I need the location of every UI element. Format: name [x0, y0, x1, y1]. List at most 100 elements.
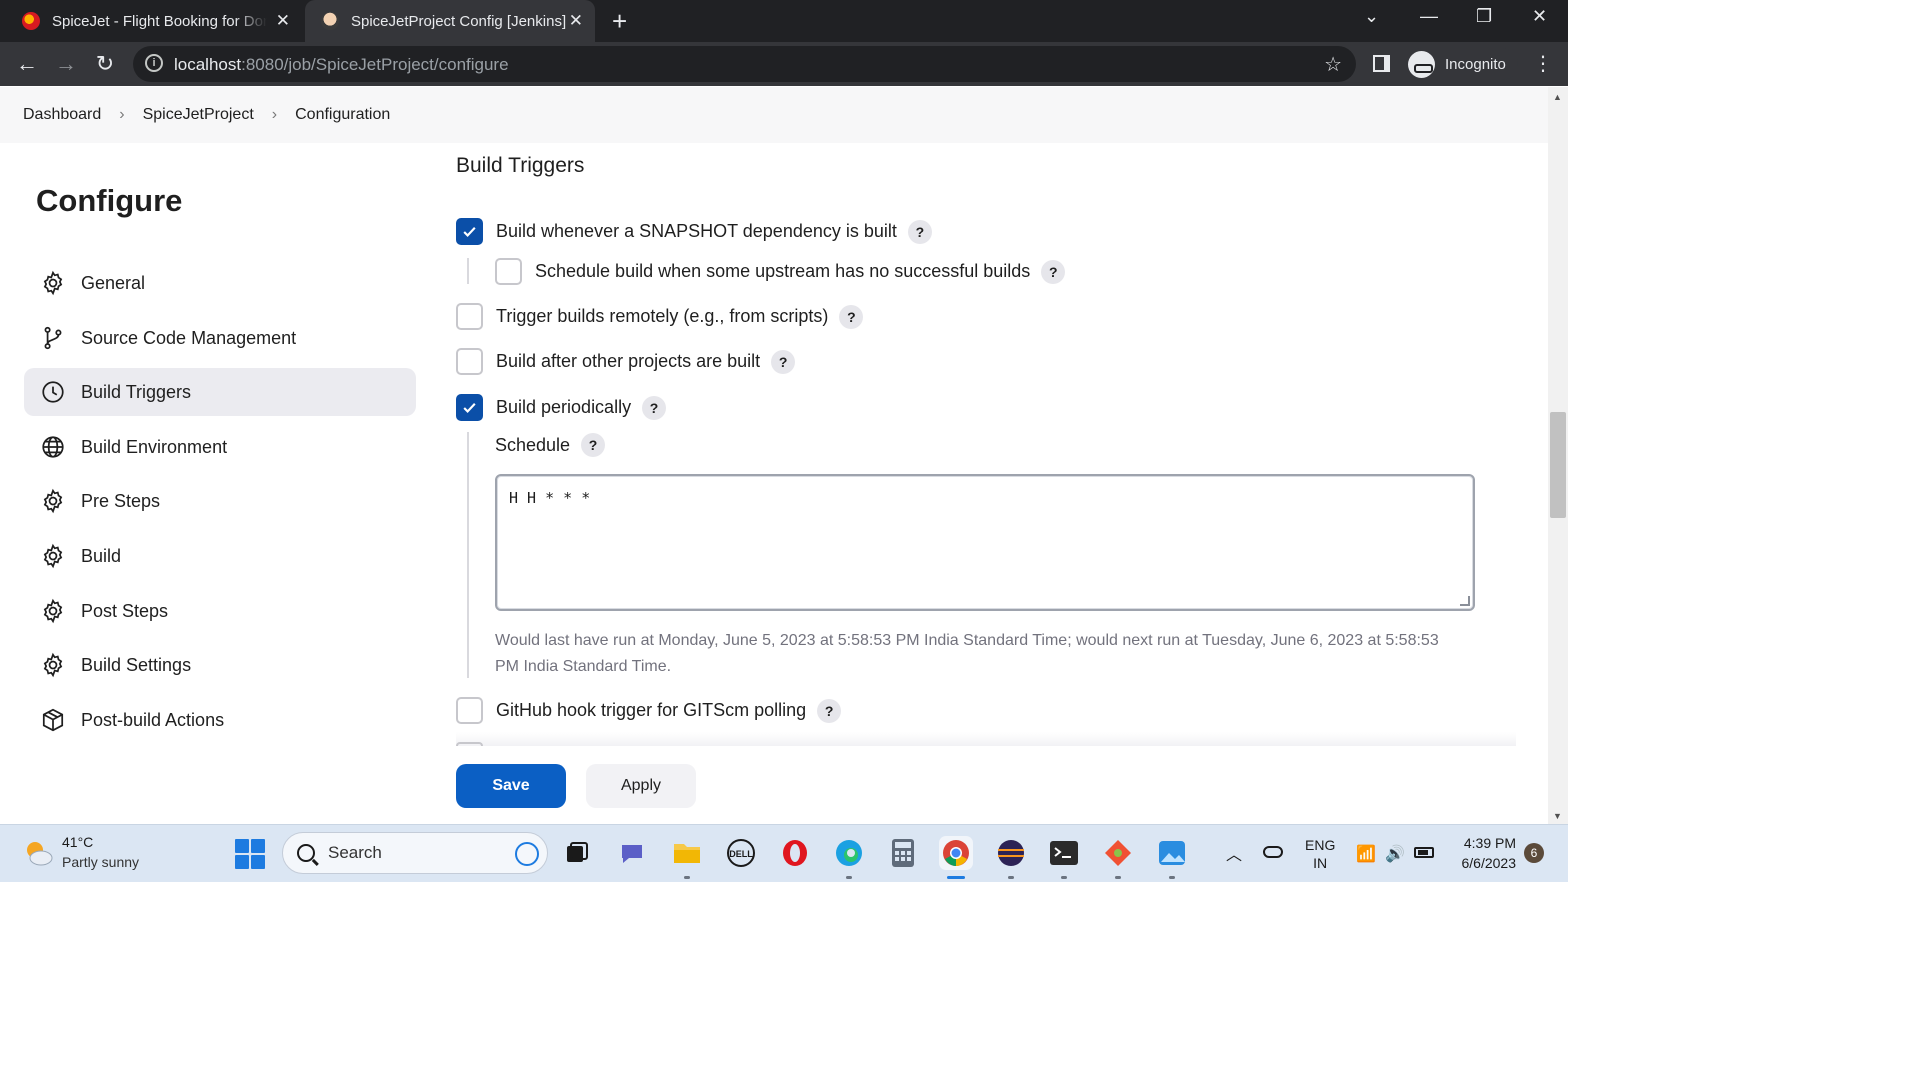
notification-badge[interactable]: 6: [1524, 843, 1544, 863]
trigger-label[interactable]: Build periodically: [496, 397, 631, 418]
help-icon[interactable]: ?: [839, 304, 864, 329]
more-menu-icon[interactable]: ⋮: [1533, 51, 1553, 76]
terminal-icon[interactable]: [1047, 836, 1081, 870]
git-tool-icon[interactable]: [1101, 836, 1135, 870]
sidebar-item-pre-steps[interactable]: Pre Steps: [24, 477, 416, 525]
help-icon[interactable]: ?: [907, 219, 932, 244]
teams-chat-icon[interactable]: [615, 836, 649, 870]
scroll-thumb[interactable]: [1550, 412, 1566, 518]
clock-date[interactable]: 6/6/2023: [1448, 855, 1517, 871]
language-indicator[interactable]: ENG IN: [1305, 836, 1335, 872]
side-panel-icon[interactable]: [1373, 55, 1390, 72]
checkbox-trigger-remotely[interactable]: [456, 303, 483, 330]
forward-icon[interactable]: →: [53, 51, 79, 77]
trigger-label[interactable]: Build after other projects are built: [496, 351, 760, 372]
bookmark-star-icon[interactable]: ☆: [1324, 52, 1342, 77]
sidebar-item-general[interactable]: General: [24, 259, 416, 307]
tab-title: SpiceJetProject Config [Jenkins]: [351, 12, 567, 30]
scroll-down-icon[interactable]: ▼: [1553, 811, 1562, 821]
incognito-profile-button[interactable]: Incognito: [1406, 48, 1518, 80]
tab-spicejet[interactable]: SpiceJet - Flight Booking for Domestic a…: [22, 0, 302, 42]
sidebar-item-build-environment[interactable]: Build Environment: [24, 423, 416, 471]
tab-jenkins-config[interactable]: SpiceJetProject Config [Jenkins] ✕: [305, 0, 595, 42]
clock-time[interactable]: 4:39 PM: [1459, 835, 1516, 851]
save-button[interactable]: Save: [456, 764, 566, 808]
chevron-up-icon[interactable]: ︿: [1226, 841, 1242, 865]
tab-search-icon[interactable]: ⌄: [1364, 6, 1379, 27]
new-tab-button[interactable]: +: [612, 6, 627, 37]
partly-sunny-icon[interactable]: [22, 837, 54, 869]
minimize-icon[interactable]: —: [1420, 6, 1438, 27]
apply-button[interactable]: Apply: [586, 764, 696, 808]
schedule-label: Schedule: [495, 434, 571, 455]
trigger-label[interactable]: Trigger builds remotely (e.g., from scri…: [496, 306, 828, 327]
eclipse-icon[interactable]: [994, 836, 1028, 870]
sidebar-item-label: Pre Steps: [81, 490, 161, 511]
help-icon[interactable]: ?: [1041, 259, 1066, 284]
page-scrollbar[interactable]: ▲ ▼: [1548, 87, 1568, 824]
checkbox-upstream-no-successful[interactable]: [495, 258, 522, 285]
address-bar[interactable]: i localhost:8080/job/SpiceJetProject/con…: [133, 46, 1356, 82]
sidebar-item-label: Post-build Actions: [81, 709, 225, 730]
sidebar-item-post-build-actions[interactable]: Post-build Actions: [24, 696, 416, 744]
photos-icon[interactable]: [1155, 836, 1189, 870]
checkbox-partially-hidden[interactable]: [456, 742, 483, 746]
back-icon[interactable]: ←: [14, 51, 40, 77]
volume-icon[interactable]: 🔊: [1385, 844, 1405, 864]
checkbox-snapshot-dependency[interactable]: [456, 218, 483, 245]
running-indicator: [684, 876, 690, 879]
running-indicator-active: [947, 876, 965, 879]
help-icon[interactable]: ?: [817, 698, 842, 723]
opera-icon[interactable]: [778, 836, 812, 870]
breadcrumb-configuration[interactable]: Configuration: [295, 106, 390, 124]
search-icon: [297, 844, 315, 862]
breadcrumb-dashboard[interactable]: Dashboard: [23, 106, 101, 124]
reload-icon[interactable]: ↻: [92, 51, 118, 77]
site-info-icon[interactable]: i: [145, 54, 163, 72]
onedrive-icon[interactable]: [1263, 846, 1283, 858]
checkbox-after-other-projects[interactable]: [456, 348, 483, 375]
file-explorer-icon[interactable]: [670, 836, 704, 870]
breadcrumb-project[interactable]: SpiceJetProject: [143, 106, 254, 124]
url-text[interactable]: localhost:8080/job/SpiceJetProject/confi…: [174, 55, 509, 75]
taskbar: 41°C Partly sunny Search DELL ︿ ENG IN 📶 …: [0, 824, 1568, 882]
checkbox-build-periodically[interactable]: [456, 394, 483, 421]
schedule-value: H H * * *: [509, 489, 591, 507]
sidebar-item-source-code-management[interactable]: Source Code Management: [24, 314, 416, 362]
incognito-icon: [1408, 50, 1435, 78]
trigger-label[interactable]: GitHub hook trigger for GITScm polling: [496, 700, 806, 721]
help-icon[interactable]: ?: [642, 395, 667, 420]
restore-icon[interactable]: ❐: [1476, 6, 1492, 27]
edge-icon[interactable]: [832, 836, 866, 870]
scroll-up-icon[interactable]: ▲: [1553, 92, 1562, 102]
sidebar-item-build-settings[interactable]: Build Settings: [24, 641, 416, 689]
taskbar-search[interactable]: Search: [282, 832, 548, 874]
bing-icon[interactable]: [515, 842, 539, 866]
sidebar-item-label: Build Triggers: [81, 381, 192, 402]
chrome-icon[interactable]: [939, 836, 973, 870]
trigger-label[interactable]: Build whenever a SNAPSHOT dependency is …: [496, 221, 897, 242]
close-icon[interactable]: ✕: [276, 11, 290, 31]
trigger-upstream-no-successful: Schedule build when some upstream has no…: [495, 258, 1066, 285]
sidebar-item-post-steps[interactable]: Post Steps: [24, 587, 416, 635]
section-title: Build Triggers: [456, 154, 585, 177]
help-icon[interactable]: ?: [771, 349, 796, 374]
windows-start-icon[interactable]: [235, 839, 265, 869]
weather-desc[interactable]: Partly sunny: [62, 854, 139, 870]
weather-temp[interactable]: 41°C: [62, 834, 93, 850]
wifi-icon[interactable]: 📶: [1356, 844, 1376, 864]
battery-icon[interactable]: [1414, 847, 1434, 858]
close-icon[interactable]: ✕: [569, 11, 583, 31]
calculator-icon[interactable]: [886, 836, 920, 870]
sidebar-item-build[interactable]: Build: [24, 532, 416, 580]
schedule-textarea[interactable]: H H * * *: [495, 474, 1475, 611]
help-icon[interactable]: ?: [581, 433, 606, 457]
sidebar-item-build-triggers[interactable]: Build Triggers: [24, 368, 416, 416]
package-icon: [40, 707, 66, 733]
checkbox-github-hook[interactable]: [456, 697, 483, 724]
resize-handle-icon[interactable]: [1460, 596, 1470, 606]
window-close-icon[interactable]: ✕: [1532, 6, 1547, 27]
task-view-icon[interactable]: [560, 836, 594, 870]
dell-icon[interactable]: DELL: [724, 836, 758, 870]
trigger-label[interactable]: Schedule build when some upstream has no…: [535, 261, 1030, 282]
